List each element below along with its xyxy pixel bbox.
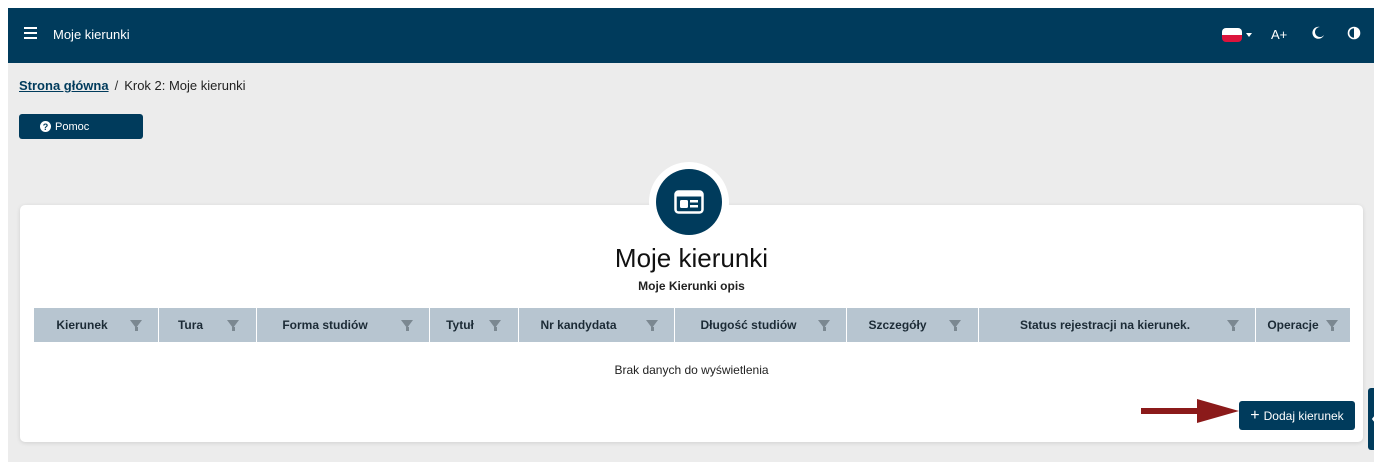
page: Moje kierunki A+ Strona główna / Krok 2: M…	[8, 8, 1374, 462]
poland-flag-icon[interactable]	[1222, 28, 1242, 42]
card-badge	[649, 162, 729, 242]
column-header-nr-kandydata: Nr kandydata	[519, 308, 675, 342]
breadcrumb-home-link[interactable]: Strona główna	[19, 78, 109, 93]
breadcrumb: Strona główna / Krok 2: Moje kierunki	[19, 78, 246, 93]
filter-icon[interactable]	[1227, 320, 1239, 331]
menu-icon[interactable]	[24, 27, 37, 41]
filter-icon[interactable]	[1326, 320, 1338, 331]
contrast-icon[interactable]	[1347, 26, 1361, 40]
column-label: Tura	[177, 318, 204, 332]
card-title: Moje kierunki	[614, 243, 769, 273]
filter-icon[interactable]	[130, 320, 142, 331]
filter-icon[interactable]	[401, 320, 413, 331]
font-size-toggle[interactable]: A+	[1271, 27, 1287, 42]
breadcrumb-separator: /	[114, 78, 119, 93]
column-label: Status rejestracji na kierunek.	[1019, 318, 1191, 332]
language-dropdown-caret[interactable]	[1246, 33, 1252, 37]
add-course-button[interactable]: + Dodaj kierunek	[1239, 401, 1355, 430]
help-button[interactable]: ? Pomoc	[19, 114, 143, 139]
filter-icon[interactable]	[949, 320, 961, 331]
help-icon: ?	[40, 121, 51, 132]
column-label: Szczegóły	[868, 318, 927, 332]
id-card-icon	[674, 190, 704, 214]
table-header: Kierunek Tura Forma studiów Tytuł Nr kan…	[34, 308, 1350, 342]
column-header-dlugosc-studiow: Długość studiów	[675, 308, 847, 342]
plus-icon: +	[1250, 406, 1260, 424]
side-panel-toggle[interactable]	[1368, 388, 1374, 450]
column-header-status-rejestracji: Status rejestracji na kierunek.	[979, 308, 1256, 342]
column-label: Nr kandydata	[540, 318, 617, 332]
help-button-label: Pomoc	[55, 120, 90, 133]
empty-table-message: Brak danych do wyświetlenia	[614, 363, 769, 377]
card-subtitle: Moje Kierunki opis	[638, 279, 745, 293]
filter-icon[interactable]	[818, 320, 830, 331]
column-label: Operacje	[1267, 318, 1319, 332]
column-header-kierunek: Kierunek	[34, 308, 159, 342]
moon-icon[interactable]	[1311, 26, 1325, 40]
column-label: Długość studiów	[700, 318, 797, 332]
column-header-tytul: Tytuł	[430, 308, 519, 342]
column-header-operacje: Operacje	[1256, 308, 1350, 342]
pointer-arrow	[1141, 399, 1239, 423]
column-header-forma-studiow: Forma studiów	[257, 308, 430, 342]
column-label: Forma studiów	[282, 318, 368, 332]
breadcrumb-current: Krok 2: Moje kierunki	[124, 78, 246, 93]
filter-icon[interactable]	[227, 320, 239, 331]
column-header-tura: Tura	[159, 308, 257, 342]
filter-icon[interactable]	[489, 320, 501, 331]
app-title: Moje kierunki	[53, 27, 130, 42]
column-header-szczegoly: Szczegóły	[847, 308, 979, 342]
column-label: Tytuł	[446, 318, 474, 332]
column-label: Kierunek	[56, 318, 108, 332]
add-course-button-label: Dodaj kierunek	[1263, 408, 1344, 423]
top-bar: Moje kierunki A+	[8, 8, 1374, 63]
filter-icon[interactable]	[646, 320, 658, 331]
